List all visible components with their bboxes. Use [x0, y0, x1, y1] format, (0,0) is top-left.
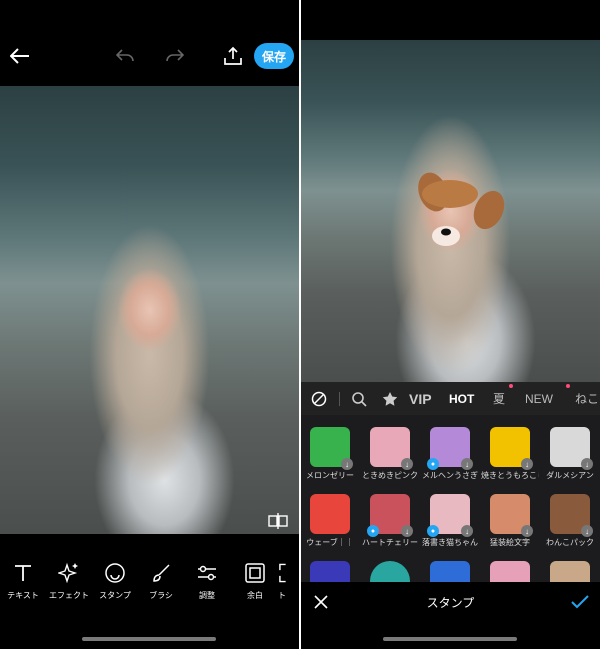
- confirm-check-icon[interactable]: [569, 591, 591, 613]
- sticker-thumb: ↓: [490, 427, 533, 470]
- text-icon: [0, 558, 46, 588]
- sticker-panel: VIP HOT 夏 NEW ねこと ↓ メロンゼリー ↓ ときめきピンク ● ↓ …: [301, 382, 600, 601]
- home-indicator: [82, 637, 216, 641]
- editor-screen: 保存 テキスト エフェクト スタンプ ブラシ 調整 余白 ト: [0, 0, 299, 649]
- tab-hot[interactable]: HOT: [449, 382, 474, 415]
- tab-summer[interactable]: 夏: [493, 382, 505, 415]
- top-toolbar: 保存: [0, 0, 299, 86]
- sliders-icon: [184, 558, 230, 588]
- download-icon: ↓: [401, 525, 413, 537]
- sparkle-icon: [46, 558, 92, 588]
- new-dot: [566, 384, 570, 388]
- separator: [339, 382, 340, 415]
- tool-brush[interactable]: ブラシ: [138, 558, 184, 601]
- sticker-thumb: ↓: [310, 427, 353, 470]
- sticker-thumb: ● ↓: [367, 494, 413, 537]
- sticker-thumb: ↓: [550, 427, 593, 470]
- tool-effect[interactable]: エフェクト: [46, 558, 92, 601]
- panel-title: スタンプ: [426, 596, 475, 610]
- sticker-item[interactable]: ↓ ときめきピンク: [361, 427, 419, 481]
- sticker-item[interactable]: ↓ 猛装絵文字: [481, 494, 539, 548]
- sticker-thumb: [310, 494, 350, 534]
- sticker-item[interactable]: ↓ ダルメシアン: [541, 427, 599, 481]
- download-icon: ↓: [341, 458, 353, 470]
- sticker-item[interactable]: ● ↓ ハートチェリー: [361, 494, 419, 548]
- camera-icon: ●: [367, 525, 379, 537]
- crop-icon: [278, 558, 299, 588]
- sticker-item[interactable]: ↓ 焼きとうもろこし: [481, 427, 539, 481]
- camera-icon: ●: [427, 525, 439, 537]
- tool-frame[interactable]: 余白: [232, 558, 278, 601]
- compare-icon[interactable]: [268, 513, 288, 534]
- tab-new[interactable]: NEW: [525, 382, 553, 415]
- sticker-item[interactable]: ● ↓ 落書き猫ちゃん: [421, 494, 479, 548]
- tab-vip[interactable]: VIP: [409, 382, 432, 415]
- sticker-thumb: ↓: [490, 494, 533, 537]
- download-icon: ↓: [521, 458, 533, 470]
- new-dot: [509, 384, 513, 388]
- sticker-thumb: ● ↓: [427, 494, 473, 537]
- download-icon: ↓: [581, 458, 593, 470]
- redo-icon[interactable]: [164, 45, 186, 67]
- download-icon: ↓: [461, 525, 473, 537]
- photo-canvas-with-sticker[interactable]: [301, 40, 600, 382]
- save-button[interactable]: 保存: [254, 43, 294, 69]
- frame-icon: [232, 558, 278, 588]
- home-indicator: [383, 637, 517, 641]
- brush-icon: [138, 558, 184, 588]
- download-icon: ↓: [461, 458, 473, 470]
- sticker-screen: VIP HOT 夏 NEW ねこと ↓ メロンゼリー ↓ ときめきピンク ● ↓ …: [301, 0, 600, 649]
- sticker-item[interactable]: ● ↓ メルヘンうさぎ: [421, 427, 479, 481]
- favorite-star-icon[interactable]: [382, 382, 398, 415]
- tool-bar: テキスト エフェクト スタンプ ブラシ 調整 余白 ト: [0, 558, 299, 608]
- download-icon: ↓: [401, 458, 413, 470]
- sticker-item[interactable]: ウェーブ｜｜: [301, 494, 359, 548]
- camera-icon: ●: [427, 458, 439, 470]
- dog-ears-sticker: [418, 172, 505, 246]
- photo-canvas[interactable]: [0, 86, 299, 534]
- sticker-thumb: ↓: [550, 494, 593, 537]
- no-sticker-icon[interactable]: [311, 382, 327, 415]
- smiley-icon: [92, 558, 138, 588]
- download-icon: ↓: [581, 525, 593, 537]
- sticker-thumb: ↓: [370, 427, 413, 470]
- tool-crop[interactable]: ト: [278, 558, 299, 601]
- tab-cat[interactable]: ねこと: [575, 382, 600, 415]
- back-arrow-icon[interactable]: [8, 44, 32, 68]
- sticker-item[interactable]: ↓ わんこパック: [541, 494, 599, 548]
- tool-sticker[interactable]: スタンプ: [92, 558, 138, 601]
- tool-text[interactable]: テキスト: [0, 558, 46, 601]
- category-bar: VIP HOT 夏 NEW ねこと: [301, 382, 600, 415]
- search-icon[interactable]: [351, 382, 367, 415]
- share-icon[interactable]: [221, 44, 245, 68]
- download-icon: ↓: [521, 525, 533, 537]
- sticker-thumb: ● ↓: [427, 427, 473, 470]
- tool-adjust[interactable]: 調整: [184, 558, 230, 601]
- sticker-bottom-bar: スタンプ: [301, 582, 600, 622]
- sticker-item[interactable]: ↓ メロンゼリー: [301, 427, 359, 481]
- undo-icon[interactable]: [114, 45, 136, 67]
